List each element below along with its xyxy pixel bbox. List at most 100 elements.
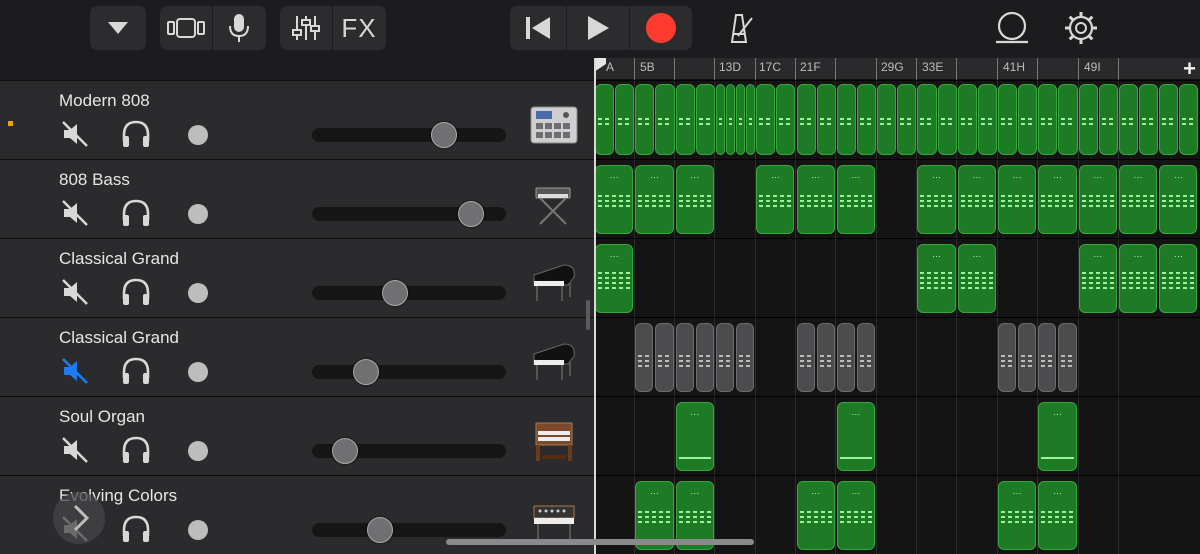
- midi-region[interactable]: [877, 84, 897, 155]
- midi-region[interactable]: [836, 84, 856, 155]
- midi-region[interactable]: [635, 323, 654, 392]
- grand-piano-icon[interactable]: [528, 261, 580, 305]
- solo-headphones-icon[interactable]: [120, 356, 152, 391]
- midi-region[interactable]: [816, 84, 836, 155]
- track-header[interactable]: Soul Organ: [0, 396, 594, 475]
- midi-region[interactable]: [796, 84, 816, 155]
- midi-region[interactable]: [635, 84, 655, 155]
- midi-region[interactable]: [1038, 323, 1057, 392]
- midi-region[interactable]: ···: [796, 481, 835, 550]
- midi-region[interactable]: [776, 84, 796, 155]
- midi-region[interactable]: [1118, 84, 1139, 155]
- section-label[interactable]: 13D: [715, 60, 741, 74]
- solo-headphones-icon[interactable]: [120, 119, 152, 154]
- timeline-ruler[interactable]: A 5B 13D 17C 21F 29G 33E 41H 49I +: [594, 56, 1200, 82]
- midi-region[interactable]: [695, 84, 715, 155]
- midi-region[interactable]: [1078, 84, 1098, 155]
- midi-region[interactable]: ···: [756, 165, 795, 234]
- record-enable-button[interactable]: [188, 283, 208, 303]
- midi-region[interactable]: [675, 84, 695, 155]
- record-enable-button[interactable]: [188, 362, 208, 382]
- midi-region[interactable]: ···: [957, 244, 996, 313]
- midi-region[interactable]: [957, 84, 977, 155]
- section-label[interactable]: 17C: [755, 60, 781, 74]
- back-button[interactable]: [53, 492, 105, 544]
- volume-slider[interactable]: [312, 517, 506, 543]
- section-label[interactable]: 49I: [1080, 60, 1101, 74]
- midi-region[interactable]: [917, 84, 937, 155]
- tracks-view-icon[interactable]: [160, 6, 212, 50]
- section-label[interactable]: 21F: [796, 60, 821, 74]
- midi-region[interactable]: [998, 84, 1018, 155]
- midi-region[interactable]: ···: [595, 165, 634, 234]
- solo-headphones-icon[interactable]: [120, 435, 152, 470]
- midi-region[interactable]: ···: [836, 402, 876, 471]
- mixer-icon[interactable]: [280, 6, 332, 50]
- midi-region[interactable]: ···: [1078, 244, 1117, 313]
- midi-region[interactable]: [1018, 84, 1038, 155]
- loop-browser-icon[interactable]: [994, 10, 1030, 51]
- play-icon[interactable]: [567, 6, 629, 50]
- midi-region[interactable]: [856, 323, 876, 392]
- section-label[interactable]: 29G: [877, 60, 904, 74]
- midi-region[interactable]: [695, 323, 714, 392]
- record-enable-button[interactable]: [188, 204, 208, 224]
- mute-icon[interactable]: [60, 119, 90, 154]
- midi-region[interactable]: [756, 84, 776, 155]
- section-label[interactable]: A: [602, 60, 614, 74]
- midi-region[interactable]: [1139, 84, 1159, 155]
- volume-slider[interactable]: [312, 359, 506, 385]
- add-section-button[interactable]: +: [1183, 56, 1196, 82]
- playhead[interactable]: [594, 58, 596, 554]
- microphone-icon[interactable]: [213, 6, 265, 50]
- section-label[interactable]: 41H: [999, 60, 1025, 74]
- solo-headphones-icon[interactable]: [120, 198, 152, 233]
- midi-region[interactable]: [655, 323, 674, 392]
- midi-region[interactable]: [816, 323, 835, 392]
- record-icon[interactable]: [630, 6, 692, 50]
- volume-slider-knob[interactable]: [366, 517, 393, 543]
- volume-slider-knob[interactable]: [458, 201, 485, 227]
- midi-region[interactable]: ···: [917, 165, 956, 234]
- midi-region[interactable]: ···: [998, 165, 1037, 234]
- midi-region[interactable]: [897, 84, 917, 155]
- fx-button[interactable]: FX: [333, 6, 385, 50]
- track-header[interactable]: Classical Grand: [0, 317, 594, 396]
- midi-region[interactable]: ···: [675, 402, 714, 471]
- volume-slider-knob[interactable]: [382, 280, 409, 306]
- volume-slider-knob[interactable]: [353, 359, 380, 385]
- mute-icon[interactable]: [60, 277, 90, 312]
- dropdown-triangle-icon[interactable]: [90, 6, 146, 50]
- midi-region[interactable]: [1179, 84, 1199, 155]
- solo-headphones-icon[interactable]: [120, 277, 152, 312]
- midi-region[interactable]: [1098, 84, 1118, 155]
- synth-keyboard-icon[interactable]: [528, 182, 580, 226]
- track-header-resize-handle[interactable]: [586, 300, 590, 330]
- midi-region[interactable]: [1058, 84, 1078, 155]
- volume-slider[interactable]: [312, 201, 506, 227]
- midi-region[interactable]: ···: [998, 481, 1037, 550]
- midi-region[interactable]: ···: [836, 481, 876, 550]
- midi-region[interactable]: [1159, 84, 1179, 155]
- record-enable-button[interactable]: [188, 125, 208, 145]
- settings-gear-icon[interactable]: [1064, 11, 1098, 50]
- midi-region[interactable]: [937, 84, 957, 155]
- midi-region[interactable]: [615, 84, 635, 155]
- midi-region[interactable]: [735, 84, 745, 155]
- midi-region[interactable]: [1038, 84, 1058, 155]
- midi-region[interactable]: [725, 84, 735, 155]
- midi-region[interactable]: ···: [1118, 244, 1158, 313]
- track-header[interactable]: Modern 808: [0, 80, 594, 159]
- volume-slider[interactable]: [312, 438, 506, 464]
- midi-region[interactable]: [836, 323, 855, 392]
- grand-piano-icon[interactable]: [528, 340, 580, 384]
- midi-region[interactable]: ···: [675, 165, 714, 234]
- midi-region[interactable]: [796, 323, 815, 392]
- metronome-icon[interactable]: [722, 12, 756, 49]
- mute-icon[interactable]: [60, 435, 90, 470]
- record-enable-button[interactable]: [188, 441, 208, 461]
- rewind-icon[interactable]: [510, 6, 566, 50]
- home-indicator[interactable]: [446, 539, 754, 545]
- mute-icon[interactable]: [60, 356, 90, 391]
- solo-headphones-icon[interactable]: [120, 514, 152, 549]
